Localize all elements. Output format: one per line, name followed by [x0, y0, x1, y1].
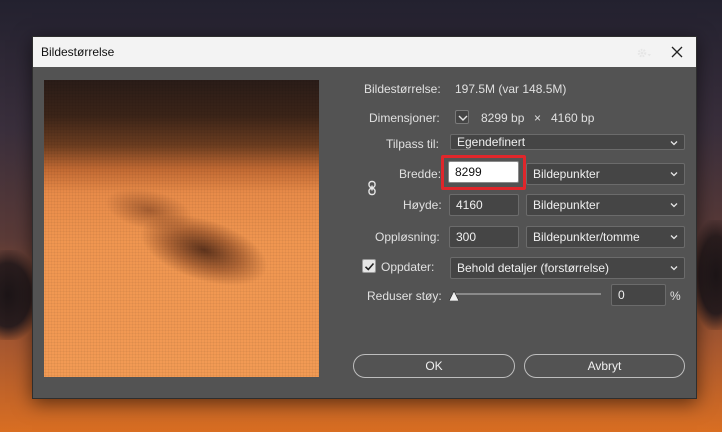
- noise-label: Reduser støy:: [367, 289, 442, 303]
- dimensions-times: ×: [534, 111, 542, 125]
- close-icon[interactable]: [666, 41, 688, 63]
- dimensions-height: 4160 bp: [551, 111, 595, 125]
- chevron-down-icon: [458, 115, 468, 121]
- chevron-down-icon: [670, 235, 678, 240]
- dimensions-label: Dimensjoner:: [369, 111, 440, 125]
- resolution-unit-select[interactable]: Bildepunkter/tomme: [526, 226, 685, 248]
- width-label: Bredde:: [399, 167, 442, 181]
- noise-slider-thumb[interactable]: [448, 290, 460, 302]
- noise-unit: %: [670, 289, 681, 303]
- chevron-down-icon: [670, 141, 678, 146]
- image-preview[interactable]: [44, 80, 319, 377]
- resample-select[interactable]: Behold detaljer (forstørrelse): [450, 257, 685, 279]
- resolution-unit-value: Bildepunkter/tomme: [533, 230, 640, 244]
- height-unit-select[interactable]: Bildepunkter: [526, 194, 685, 216]
- highlight-annotation: [441, 155, 526, 190]
- resolution-input[interactable]: 300: [449, 226, 519, 248]
- chevron-down-icon: [670, 172, 678, 177]
- fit-to-label: Tilpass til:: [386, 137, 439, 151]
- chevron-down-icon: [670, 266, 678, 271]
- link-icon[interactable]: [366, 180, 378, 196]
- dialog-title: Bildestørrelse: [41, 45, 115, 59]
- fit-to-select[interactable]: Egendefinert: [450, 134, 685, 150]
- gear-icon[interactable]: [636, 46, 652, 60]
- image-size-value: 197.5M (var 148.5M): [455, 82, 567, 96]
- checkbox-check-icon: [364, 262, 375, 271]
- noise-input[interactable]: 0: [611, 284, 666, 306]
- dialog-titlebar: Bildestørrelse: [33, 37, 696, 67]
- height-input[interactable]: 4160: [449, 194, 519, 216]
- chevron-down-icon: [670, 203, 678, 208]
- height-unit-value: Bildepunkter: [533, 198, 600, 212]
- resample-checkbox[interactable]: [362, 259, 376, 273]
- height-label: Høyde:: [403, 198, 442, 212]
- width-unit-value: Bildepunkter: [533, 167, 600, 181]
- width-unit-select[interactable]: Bildepunkter: [526, 163, 685, 185]
- ok-button[interactable]: OK: [353, 354, 515, 378]
- fit-to-value: Egendefinert: [457, 135, 526, 149]
- resample-label: Oppdater:: [381, 260, 435, 274]
- resample-value: Behold detaljer (forstørrelse): [457, 261, 610, 275]
- cancel-button[interactable]: Avbryt: [524, 354, 685, 378]
- dimensions-toggle[interactable]: [455, 110, 469, 124]
- dimensions-width: 8299 bp: [481, 111, 525, 125]
- noise-slider-track[interactable]: [452, 293, 601, 295]
- image-size-label: Bildestørrelse:: [364, 82, 441, 96]
- resolution-label: Oppløsning:: [375, 230, 440, 244]
